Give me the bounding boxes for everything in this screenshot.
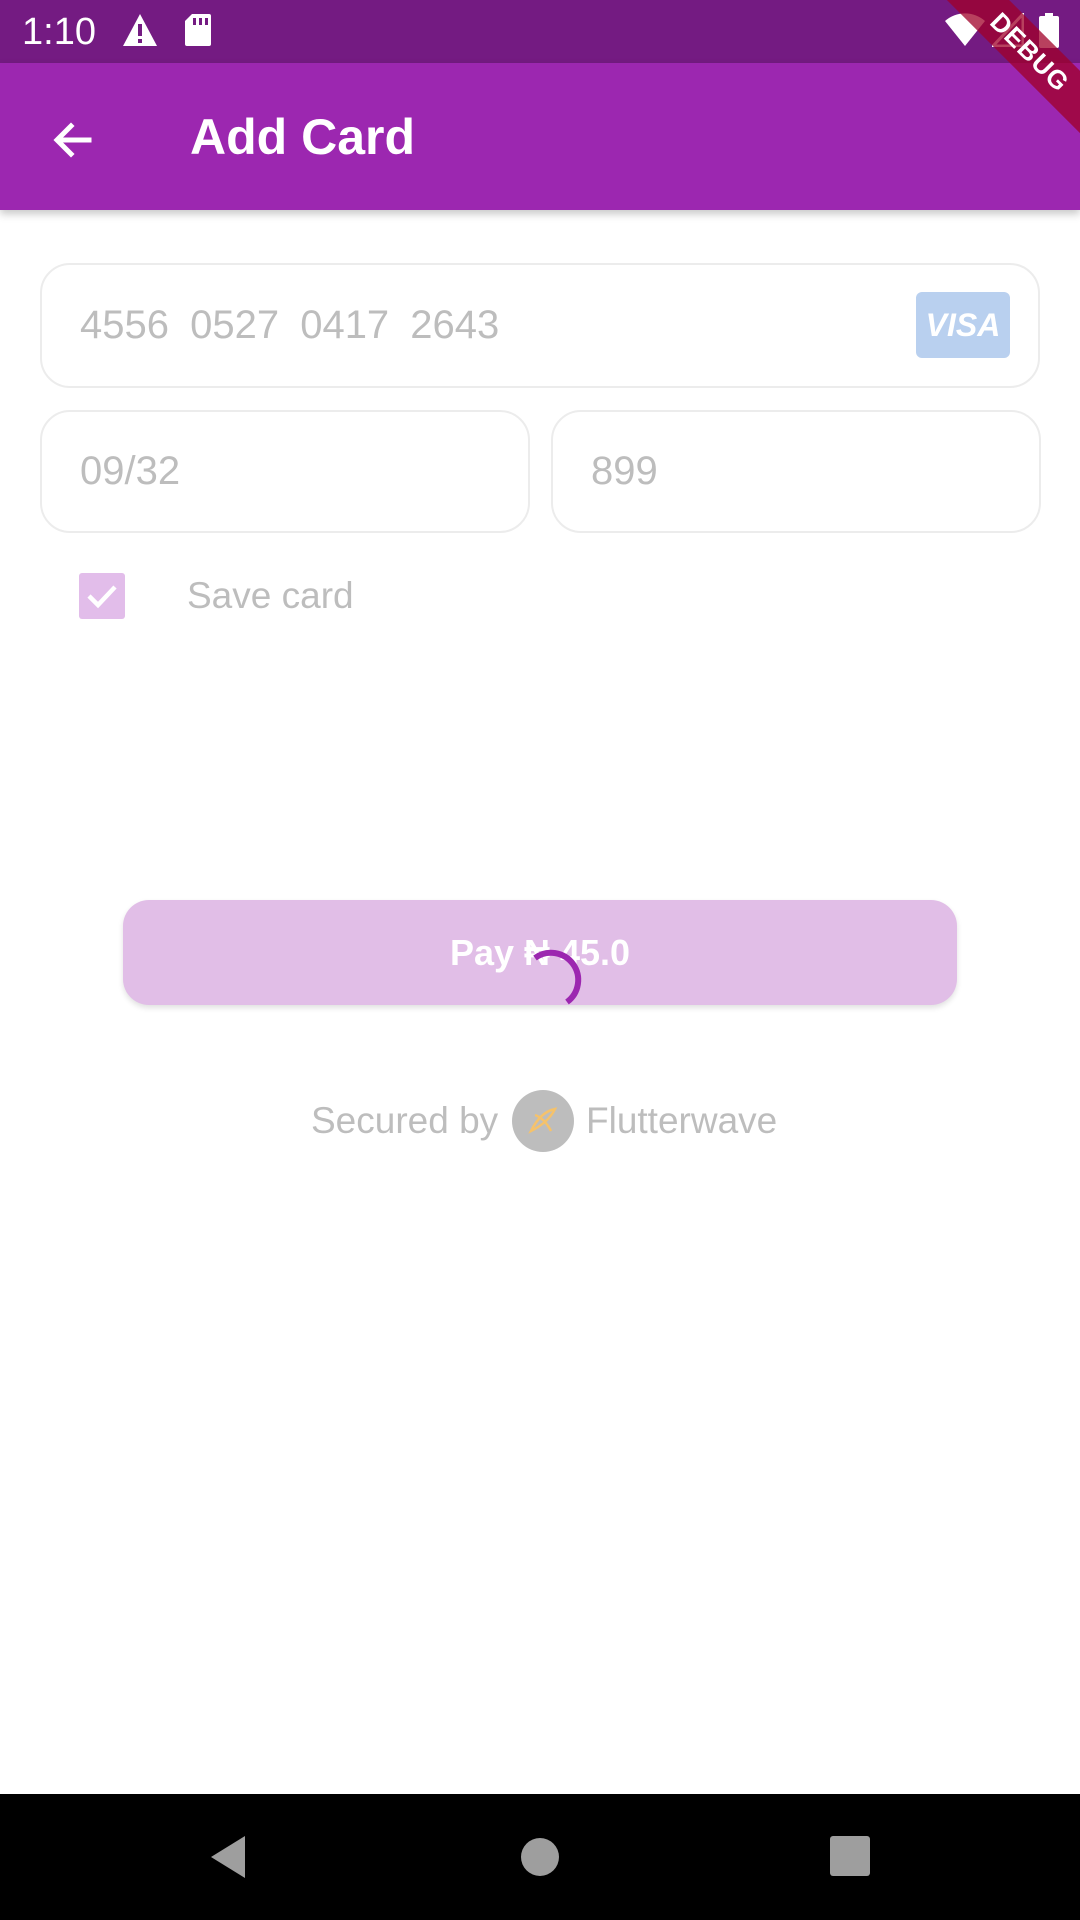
system-nav-bar [0,1794,1080,1920]
app-bar: Add Card [0,63,1080,210]
expiry-date-value: 09/32 [80,449,181,493]
arrow-back-icon [53,122,92,158]
card-number-value: 4556 0527 0417 2643 [80,303,500,347]
sd-card-icon [184,13,212,47]
expiry-date-field[interactable]: 09/32 [40,410,530,533]
status-bar: 1:10 [0,0,1080,63]
cvv-field[interactable]: 899 [551,410,1041,533]
secured-by-footer: Secured by Flutterwave [0,1088,1080,1154]
flutterwave-logo-icon [512,1090,574,1152]
back-button[interactable] [36,103,110,177]
secured-by-text: Secured by [311,1100,499,1141]
flutterwave-brand-name: Flutterwave [586,1100,778,1141]
screen: 1:10 Add Card DEBUG 4556 0527 0417 2643 … [0,0,1080,1920]
loading-spinner-icon [520,948,590,1018]
status-time: 1:10 [22,11,96,53]
visa-card-brand-icon: VISA [916,292,1010,358]
check-icon [87,585,117,609]
home-circle-icon[interactable] [507,1824,573,1890]
cvv-value: 899 [591,449,658,493]
warning-icon [122,13,158,47]
save-card-label[interactable]: Save card [187,572,354,620]
back-triangle-icon[interactable] [203,1824,269,1890]
recents-square-icon[interactable] [818,1824,884,1890]
card-number-field[interactable]: 4556 0527 0417 2643 VISA [40,263,1040,388]
save-card-checkbox[interactable] [79,573,125,619]
page-title: Add Card [190,109,415,165]
